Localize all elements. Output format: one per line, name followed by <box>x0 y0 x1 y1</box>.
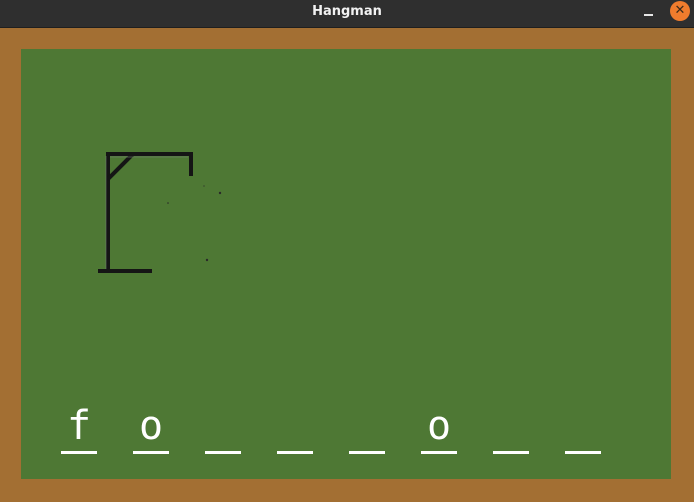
word-slot <box>349 400 385 456</box>
letter-underline <box>133 451 169 454</box>
letter-underline <box>277 451 313 454</box>
word-slot <box>493 400 529 456</box>
guessed-letter: f <box>66 403 92 449</box>
word-slot <box>565 400 601 456</box>
gallows-drawing <box>98 152 222 273</box>
guessed-letter: o <box>426 403 452 449</box>
close-icon: ✕ <box>674 3 686 18</box>
word-slot: o <box>421 400 457 456</box>
word-slot: f <box>61 400 97 456</box>
minimize-button[interactable] <box>638 4 658 22</box>
close-button[interactable]: ✕ <box>670 1 690 21</box>
word-slot <box>205 400 241 456</box>
guessed-letter: o <box>138 403 164 449</box>
letter-underline <box>349 451 385 454</box>
letter-underline <box>421 451 457 454</box>
minimize-icon <box>643 14 653 16</box>
letter-underline <box>565 451 601 454</box>
letter-underline <box>493 451 529 454</box>
word-slot <box>277 400 313 456</box>
word-slot: o <box>133 400 169 456</box>
window-titlebar: Hangman ✕ <box>0 0 694 28</box>
window-title: Hangman <box>312 4 382 19</box>
letter-underline <box>61 451 97 454</box>
gallows-brace <box>106 153 134 181</box>
letter-underline <box>205 451 241 454</box>
